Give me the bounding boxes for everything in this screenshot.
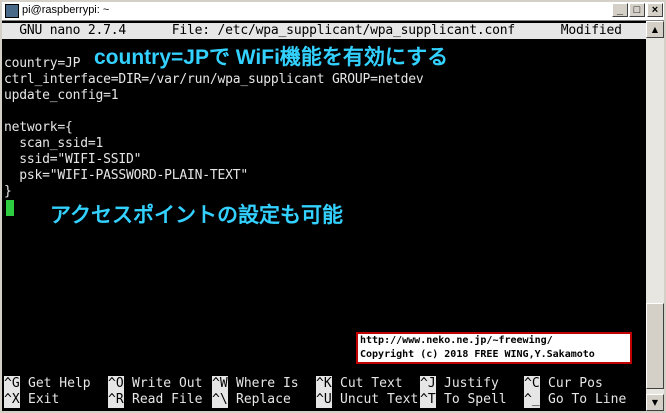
shortcut-key-uncut-text: ^U <box>316 392 332 408</box>
scroll-up-arrow-icon[interactable]: ▲ <box>646 21 664 38</box>
terminal-app-icon <box>5 4 19 18</box>
shortcut-key-replace: ^\ <box>212 392 228 408</box>
annotation-access-point: アクセスポイントの設定も可能 <box>50 204 343 227</box>
shortcut-key-to-spell: ^T <box>420 392 436 408</box>
credit-url: http://www.neko.ne.jp/~freewing/ <box>360 335 553 346</box>
file-line-7: ssid="WIFI-SSID" <box>4 152 142 167</box>
shortcut-key-write-out: ^O <box>108 376 124 392</box>
shortcut-exit[interactable]: Exit <box>28 392 59 408</box>
shortcut-write-out[interactable]: Write Out <box>132 376 202 392</box>
file-line-3: update_config=1 <box>4 88 119 103</box>
annotation-country: country=JPで WiFi機能を有効にする <box>94 46 449 69</box>
window-title: pi@raspberrypi: ~ <box>22 4 110 16</box>
maximize-button[interactable]: □ <box>629 3 645 17</box>
file-line-9: } <box>4 184 12 199</box>
shortcut-justify[interactable]: Justify <box>444 376 499 392</box>
shortcut-key-cur-pos: ^C <box>524 376 540 392</box>
shortcut-uncut-text[interactable]: Uncut Text <box>340 392 418 408</box>
close-button[interactable]: × <box>647 3 663 17</box>
shortcut-get-help[interactable]: Get Help <box>28 376 91 392</box>
file-line-1: country=JP <box>4 56 81 71</box>
shortcut-go-to-line[interactable]: Go To Line <box>548 392 626 408</box>
shortcut-replace[interactable]: Replace <box>236 392 291 408</box>
nano-header-bar: GNU nano 2.7.4 File: /etc/wpa_supplicant… <box>2 23 646 39</box>
credit-box: http://www.neko.ne.jp/~freewing/ Copyrig… <box>356 332 632 364</box>
text-cursor <box>6 200 14 216</box>
shortcut-key-where-is: ^W <box>212 376 228 392</box>
title-bar[interactable]: pi@raspberrypi: ~ _ □ × <box>2 2 664 21</box>
file-line-2: ctrl_interface=DIR=/var/run/wpa_supplica… <box>4 72 424 87</box>
shortcut-cur-pos[interactable]: Cur Pos <box>548 376 603 392</box>
shortcut-cut-text[interactable]: Cut Text <box>340 376 403 392</box>
terminal-screen[interactable]: GNU nano 2.7.4 File: /etc/wpa_supplicant… <box>2 21 646 411</box>
file-line-8: psk="WIFI-PASSWORD-PLAIN-TEXT" <box>4 168 249 183</box>
credit-copyright: Copyright (c) 2018 FREE WING,Y.Sakamoto <box>360 349 595 360</box>
terminal-window: pi@raspberrypi: ~ _ □ × GNU nano 2.7.4 F… <box>0 0 666 413</box>
vertical-scrollbar[interactable]: ▲ ▼ <box>646 21 664 411</box>
file-line-5: network={ <box>4 120 73 135</box>
shortcut-key-exit: ^X <box>4 392 20 408</box>
shortcut-read-file[interactable]: Read File <box>132 392 202 408</box>
file-line-6: scan_ssid=1 <box>4 136 104 151</box>
minimize-button[interactable]: _ <box>612 3 628 17</box>
shortcut-key-justify: ^J <box>420 376 436 392</box>
nano-header-text: GNU nano 2.7.4 File: /etc/wpa_supplicant… <box>4 23 622 38</box>
shortcut-key-read-file: ^R <box>108 392 124 408</box>
shortcut-key-cut-text: ^K <box>316 376 332 392</box>
shortcut-key-get-help: ^G <box>4 376 20 392</box>
scroll-down-arrow-icon[interactable]: ▼ <box>646 394 664 411</box>
shortcut-where-is[interactable]: Where Is <box>236 376 299 392</box>
shortcut-to-spell[interactable]: To Spell <box>444 392 507 408</box>
scrollbar-thumb[interactable] <box>646 303 664 389</box>
shortcut-key-go-to-line: ^_ <box>524 392 540 408</box>
